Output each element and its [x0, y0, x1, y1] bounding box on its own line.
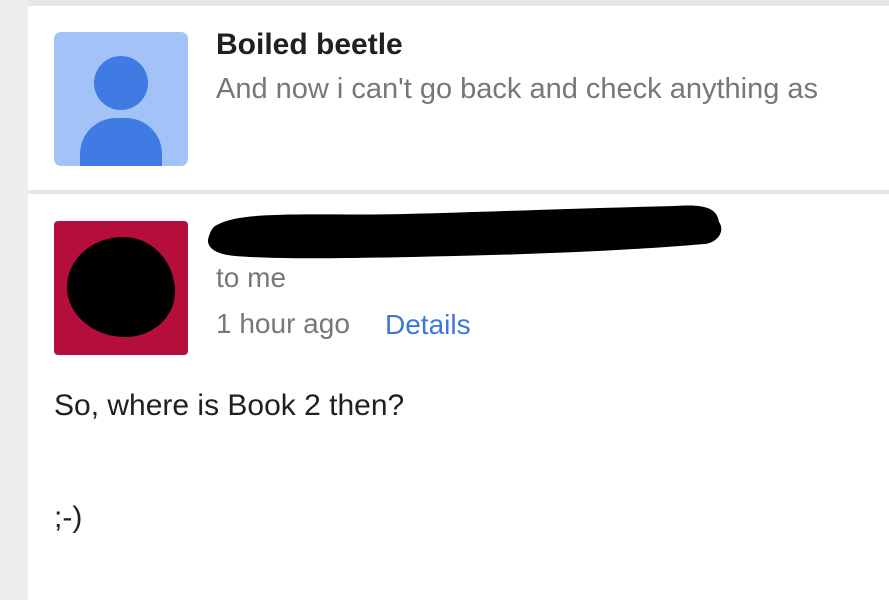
recipient-label: to me	[216, 262, 287, 293]
redacted-sender-name	[208, 205, 722, 259]
person-icon-body	[80, 118, 162, 166]
redacted-avatar-blot	[67, 237, 175, 337]
message-timestamp: 1 hour ago	[216, 308, 350, 339]
collapsed-sender-name[interactable]: Boiled beetle	[216, 28, 403, 62]
collapsed-message-snippet[interactable]: And now i can't go back and check anythi…	[216, 73, 889, 106]
message-divider	[28, 190, 889, 194]
message-body-line: So, where is Book 2 then?	[54, 389, 405, 422]
message-body-line: ;-)	[54, 501, 83, 534]
expanded-sender-avatar[interactable]	[54, 221, 188, 355]
sender-avatar[interactable]	[54, 32, 188, 166]
person-icon-head	[94, 56, 148, 110]
details-link[interactable]: Details	[385, 309, 471, 341]
